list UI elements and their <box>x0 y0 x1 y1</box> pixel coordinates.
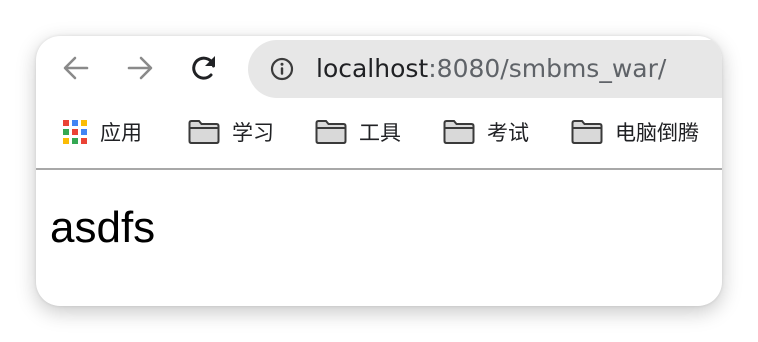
bookmark-label: 工具 <box>359 121 401 145</box>
back-button[interactable] <box>58 50 94 86</box>
reload-icon <box>192 56 215 80</box>
folder-icon <box>443 120 475 144</box>
browser-toolbar: localhost:8080/smbms_war/ <box>36 36 722 100</box>
bookmark-label: 考试 <box>487 121 529 145</box>
reload-button[interactable] <box>186 50 222 86</box>
url-path: :8080/smbms_war/ <box>428 54 667 83</box>
folder-icon <box>188 120 220 144</box>
info-icon[interactable] <box>270 57 294 81</box>
folder-icon <box>571 120 603 144</box>
url-text[interactable]: localhost:8080/smbms_war/ <box>316 54 666 84</box>
browser-window: localhost:8080/smbms_war/ 应用 学习 工具 考试 电脑… <box>36 36 722 306</box>
bookmark-apps[interactable]: 应用 <box>62 116 142 148</box>
bookmarks-bar: 应用 学习 工具 考试 电脑倒腾 <box>36 106 722 158</box>
arrow-right-icon <box>127 56 153 80</box>
bookmark-folder-study[interactable]: 学习 <box>188 116 274 148</box>
bookmark-apps-label: 应用 <box>100 121 142 145</box>
address-bar[interactable]: localhost:8080/smbms_war/ <box>248 40 722 98</box>
arrow-left-icon <box>63 56 89 80</box>
bookmark-label: 学习 <box>232 121 274 145</box>
forward-button[interactable] <box>122 50 158 86</box>
bookmark-folder-tools[interactable]: 工具 <box>315 116 401 148</box>
page-body-text: asdfs <box>50 203 156 252</box>
bookmark-folder-exam[interactable]: 考试 <box>443 116 529 148</box>
bookmark-folder-computer[interactable]: 电脑倒腾 <box>571 116 699 148</box>
toolbar-divider <box>36 168 722 170</box>
url-host: localhost <box>316 54 429 83</box>
folder-icon <box>315 120 347 144</box>
apps-grid-icon <box>63 120 87 144</box>
bookmark-label: 电脑倒腾 <box>615 121 699 145</box>
